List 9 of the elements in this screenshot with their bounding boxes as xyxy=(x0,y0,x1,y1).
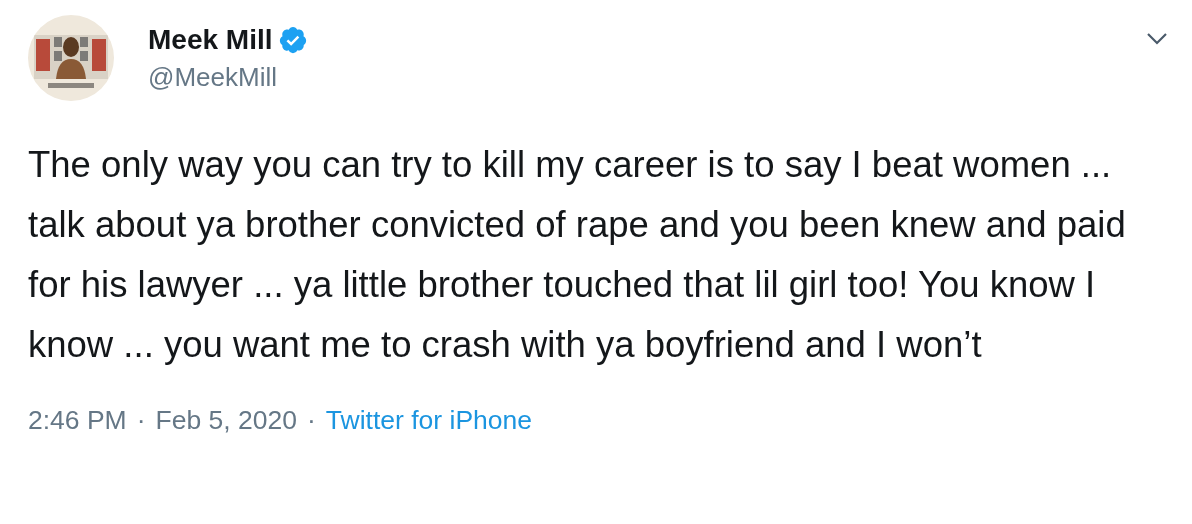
author-name[interactable]: Meek Mill xyxy=(148,23,273,56)
separator-dot: · xyxy=(136,405,146,436)
tweet-text: The only way you can try to kill my career is to say I beat women ... talk about ya brother convicted of rape and you been knew and paid for his lawyer ... ya little brother touched that lil girl too! You know I know ... you want me to crash with ya boyfriend and I won’t xyxy=(28,143,1127,367)
separator-dot: · xyxy=(307,405,316,436)
tweet-time: 2:46 PM xyxy=(28,405,127,436)
source-link[interactable]: Twitter for iPhone xyxy=(325,405,532,436)
chevron-down-icon[interactable] xyxy=(1146,32,1168,46)
tweet-date: Feb 5, 2020 xyxy=(155,405,297,436)
author-handle[interactable]: @MeekMill xyxy=(148,61,309,93)
